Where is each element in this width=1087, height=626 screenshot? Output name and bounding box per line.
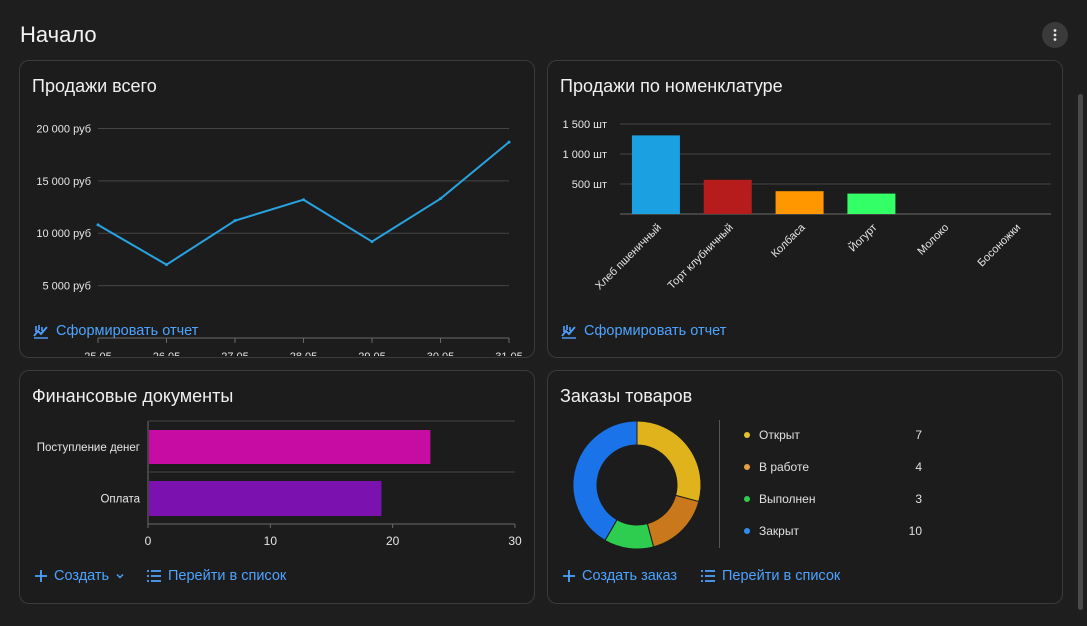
orders-create-label: Создать заказ xyxy=(582,568,678,584)
data-point xyxy=(370,240,374,244)
bar xyxy=(149,481,382,516)
chart-report-icon xyxy=(561,325,576,339)
legend-value: 3 xyxy=(915,492,922,506)
data-point xyxy=(507,140,511,144)
legend-item-done: Выполнен 3 xyxy=(744,490,934,510)
data-point xyxy=(233,219,237,223)
sales-items-title: Продажи по номенклатуре xyxy=(560,76,783,96)
legend-item-open: Открыт 7 xyxy=(744,426,934,446)
plus-icon xyxy=(35,570,47,582)
legend-item-closed: Закрыт 10 xyxy=(744,522,934,542)
sales-total-report-label: Сформировать отчет xyxy=(56,323,199,339)
bar xyxy=(847,193,896,214)
y-tick-label: 5 000 руб xyxy=(42,281,91,293)
chart-report-icon xyxy=(33,325,48,339)
sales-total-report-button[interactable]: Сформировать отчет xyxy=(32,322,198,340)
sales-items-card: Продажи по номенклатуре 1 500 шт 1 000 шт… xyxy=(547,60,1063,358)
sales-total-title: Продажи всего xyxy=(32,76,157,96)
y-tick-label: 1 000 шт xyxy=(563,149,607,161)
data-point xyxy=(165,263,168,267)
finance-docs-title: Финансовые документы xyxy=(32,386,234,406)
list-icon xyxy=(147,570,161,582)
x-tick-label: 27.05 xyxy=(221,351,249,356)
x-tick-label: Босоножки xyxy=(975,222,1023,270)
bar xyxy=(703,179,752,214)
y-tick-label: Оплата xyxy=(100,494,140,506)
pie-slice xyxy=(636,420,702,503)
orders-title: Заказы товаров xyxy=(560,386,693,406)
sales-total-line-chart: 20 000 руб 15 000 руб 10 000 руб 5 000 руб 2… xyxy=(36,123,523,356)
finance-list-label: Перейти в список xyxy=(168,568,287,584)
y-tick-label: 1 500 шт xyxy=(563,119,607,131)
legend-value: 7 xyxy=(915,428,922,442)
page-title: Начало xyxy=(20,22,97,47)
list-icon xyxy=(701,570,715,582)
x-tick-label: Хлеб пшеничный xyxy=(593,222,664,293)
plus-icon xyxy=(563,570,575,582)
orders-list-button[interactable]: Перейти в список xyxy=(700,568,840,584)
series-line xyxy=(97,141,510,266)
orders-create-button[interactable]: Создать заказ xyxy=(562,568,677,584)
x-tick-label: Молоко xyxy=(915,222,951,258)
x-tick-label: 10 xyxy=(264,534,278,548)
sales-items-bar-chart: 1 500 шт 1 000 шт 500 шт Хлеб пшеничный Торт… xyxy=(563,119,1051,293)
bar xyxy=(631,135,680,214)
data-point xyxy=(439,197,442,201)
x-tick-label: 25.05 xyxy=(84,351,112,356)
orders-list-label: Перейти в список xyxy=(722,568,841,584)
x-tick-label: Йогурт xyxy=(846,221,879,254)
pie-slice xyxy=(572,420,638,542)
finance-docs-bar-chart: 0 10 20 30 Поступление денег Оплата xyxy=(37,420,522,548)
scrollbar-thumb[interactable] xyxy=(1078,94,1083,610)
y-tick-label: 500 шт xyxy=(572,179,607,191)
legend-item-in-progress: В работе 4 xyxy=(744,458,934,478)
x-tick-label: 20 xyxy=(386,534,400,548)
pie-slice xyxy=(646,494,700,548)
legend-value: 10 xyxy=(908,524,922,538)
x-tick-label: Торт клубничный xyxy=(666,222,736,292)
x-tick-label: 30 xyxy=(508,534,522,548)
legend-label: Выполнен xyxy=(759,492,816,506)
legend-label: Открыт xyxy=(759,428,800,442)
finance-create-label: Создать xyxy=(54,568,110,584)
legend-label: В работе xyxy=(759,460,810,474)
y-tick-label: 10 000 руб xyxy=(36,228,91,240)
chevron-down-icon xyxy=(116,574,124,579)
bar xyxy=(775,191,824,214)
x-tick-label: 28.05 xyxy=(290,351,318,356)
x-tick-label: 0 xyxy=(145,534,152,548)
more-menu-button[interactable] xyxy=(1042,22,1068,48)
legend-value: 4 xyxy=(915,460,922,474)
legend-label: Закрыт xyxy=(759,524,799,538)
finance-create-button[interactable]: Создать xyxy=(34,568,125,584)
legend-dot xyxy=(744,528,750,534)
x-tick-label: 31.05 xyxy=(495,351,523,356)
finance-docs-card: Финансовые документы 0 10 20 30 Поступление … xyxy=(19,370,535,604)
sales-items-report-label: Сформировать отчет xyxy=(584,323,727,339)
y-tick-label: 15 000 руб xyxy=(36,176,91,188)
data-point xyxy=(96,223,100,227)
x-tick-label: 26.05 xyxy=(153,351,181,356)
y-tick-label: Поступление денег xyxy=(37,442,140,454)
x-tick-label: 29.05 xyxy=(358,351,386,356)
y-tick-label: 20 000 руб xyxy=(36,123,91,135)
legend-divider xyxy=(719,420,720,548)
x-tick-label: 30.05 xyxy=(427,351,455,356)
sales-items-report-button[interactable]: Сформировать отчет xyxy=(560,322,726,340)
sales-total-card: Продажи всего 20 000 руб 15 000 руб 10 000… xyxy=(19,60,535,358)
data-point xyxy=(302,198,305,202)
finance-list-button[interactable]: Перейти в список xyxy=(146,568,286,584)
legend-dot xyxy=(744,464,750,470)
orders-card: Заказы товаров Создать заказ Перейти в с… xyxy=(547,370,1063,604)
orders-donut-chart xyxy=(572,420,702,550)
legend-dot xyxy=(744,496,750,502)
bar xyxy=(149,430,431,464)
legend-dot xyxy=(744,432,750,438)
more-vertical-icon xyxy=(1053,29,1057,41)
x-tick-label: Колбаса xyxy=(769,221,808,260)
